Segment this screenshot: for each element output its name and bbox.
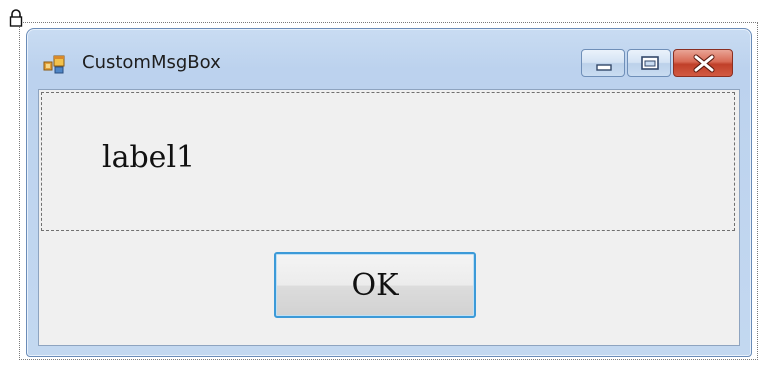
window-title: CustomMsgBox — [82, 52, 221, 73]
lock-icon — [9, 9, 23, 27]
title-bar[interactable]: CustomMsgBox — [27, 29, 751, 89]
close-icon — [693, 54, 715, 73]
designer-surface: CustomMsgBox label1 OK — [0, 0, 763, 371]
custom-msgbox-window[interactable]: CustomMsgBox label1 OK — [26, 28, 752, 357]
client-area: label1 OK — [38, 89, 740, 346]
message-panel[interactable]: label1 — [41, 92, 735, 231]
close-button[interactable] — [673, 49, 733, 77]
caption-buttons — [581, 49, 733, 77]
maximize-icon — [641, 56, 659, 70]
message-label: label1 — [102, 140, 196, 175]
form-icon — [43, 55, 65, 74]
maximize-button[interactable] — [627, 49, 671, 77]
ok-button[interactable]: OK — [274, 252, 476, 318]
minimize-button[interactable] — [581, 49, 625, 77]
minimize-icon — [596, 64, 612, 71]
